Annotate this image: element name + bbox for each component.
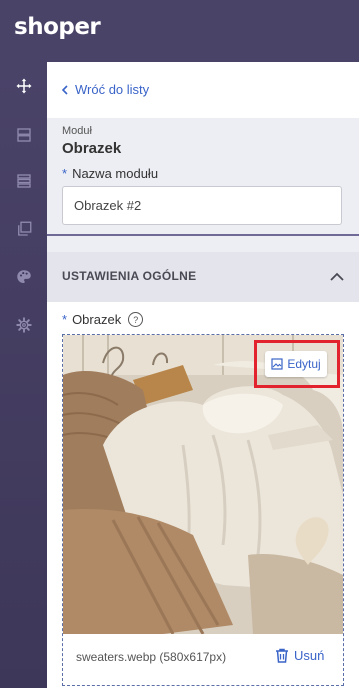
image-icon: [271, 358, 283, 370]
file-info-row: sweaters.webp (580x617px) Usuń: [63, 635, 343, 685]
sidebar-item-pages[interactable]: [0, 209, 47, 249]
gear-icon: [15, 317, 32, 333]
required-mark: *: [62, 166, 68, 181]
palette-icon: [16, 270, 31, 283]
header-divider: [47, 234, 359, 236]
chevron-left-icon: [61, 84, 68, 95]
sidebar-item-settings[interactable]: [0, 305, 47, 345]
sidebar-item-sections[interactable]: [0, 161, 47, 201]
back-bar: Wróć do listy: [47, 62, 359, 118]
remove-image-label: Usuń: [294, 648, 325, 663]
layout-rows-icon: [16, 128, 31, 142]
shoper-logo: shoper: [14, 14, 101, 40]
general-settings-title: USTAWIENIA OGÓLNE: [62, 269, 197, 283]
settings-panel: Wróć do listy Moduł Obrazek * Nazwa moduł…: [47, 62, 359, 688]
edit-image-button[interactable]: Edytuj: [265, 351, 327, 377]
module-name-label-text: Nazwa modułu: [72, 166, 159, 181]
copy-pages-icon: [17, 221, 31, 236]
sidebar-rail: [0, 62, 47, 688]
back-link-label: Wróć do listy: [75, 82, 150, 97]
image-field-label: * Obrazek ?: [62, 312, 144, 327]
image-label-text: Obrazek: [72, 312, 122, 327]
list-lines-icon: [16, 174, 31, 188]
sidebar-item-styles[interactable]: [0, 257, 47, 297]
required-mark: *: [62, 312, 68, 327]
trash-icon: [276, 648, 288, 663]
back-to-list-link[interactable]: Wróć do listy: [61, 82, 149, 97]
move-arrows-icon: [16, 78, 31, 94]
image-preview: [63, 335, 343, 634]
module-name-input[interactable]: [62, 186, 342, 225]
file-name: sweaters.webp (580x617px): [76, 650, 227, 664]
brand-bar: shoper: [0, 0, 359, 62]
remove-image-button[interactable]: Usuń: [275, 648, 324, 663]
module-caption: Moduł: [62, 125, 92, 137]
sidebar-item-move[interactable]: [0, 66, 47, 106]
app-root: shoper Wróć do listy Moduł Obrazek * Naz…: [0, 0, 359, 688]
sweaters-photo: [63, 335, 343, 634]
edit-image-label: Edytuj: [287, 357, 321, 371]
sidebar-item-layout[interactable]: [0, 115, 47, 155]
chevron-up-icon[interactable]: [328, 268, 346, 286]
module-name-label: * Nazwa modułu: [62, 166, 158, 181]
module-title: Obrazek: [62, 140, 122, 157]
help-icon[interactable]: ?: [128, 312, 144, 327]
